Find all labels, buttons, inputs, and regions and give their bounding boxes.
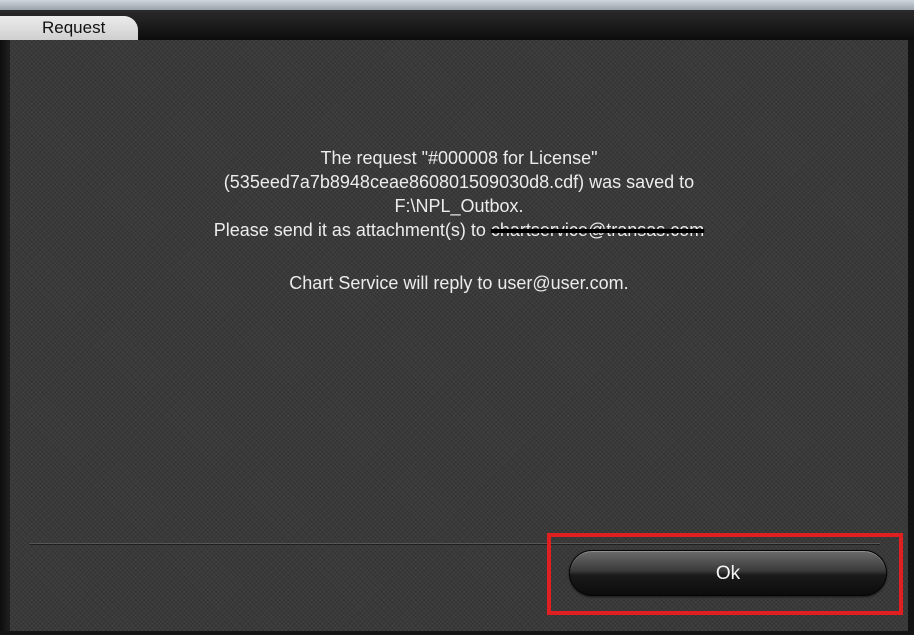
- message-line-reply: Chart Service will reply to user@user.co…: [289, 273, 629, 293]
- message-line-request: The request "#000008 for License": [320, 148, 598, 168]
- request-dialog: Request The request "#000008 for License…: [0, 0, 914, 635]
- message-line-filename: (535eed7a7b8948ceae860801509030d8.cdf) w…: [223, 172, 695, 192]
- title-bar[interactable]: Request: [0, 10, 914, 40]
- message-text: The request "#000008 for License" (535ee…: [10, 146, 908, 295]
- window-title: Request: [42, 18, 106, 37]
- redacted-email: chartservice@transas.com: [490, 220, 705, 240]
- left-border: [0, 40, 10, 635]
- right-border: [908, 40, 914, 635]
- send-instruction: Please send it as attachment(s) to: [213, 220, 486, 240]
- ok-button[interactable]: Ok: [569, 550, 887, 596]
- bottom-border: [0, 631, 914, 635]
- title-tab: Request: [0, 16, 138, 40]
- top-border: [0, 0, 914, 10]
- message-line-path: F:\NPL_Outbox.: [394, 196, 524, 216]
- message-line-send: Please send it as attachment(s) to chart…: [10, 218, 908, 242]
